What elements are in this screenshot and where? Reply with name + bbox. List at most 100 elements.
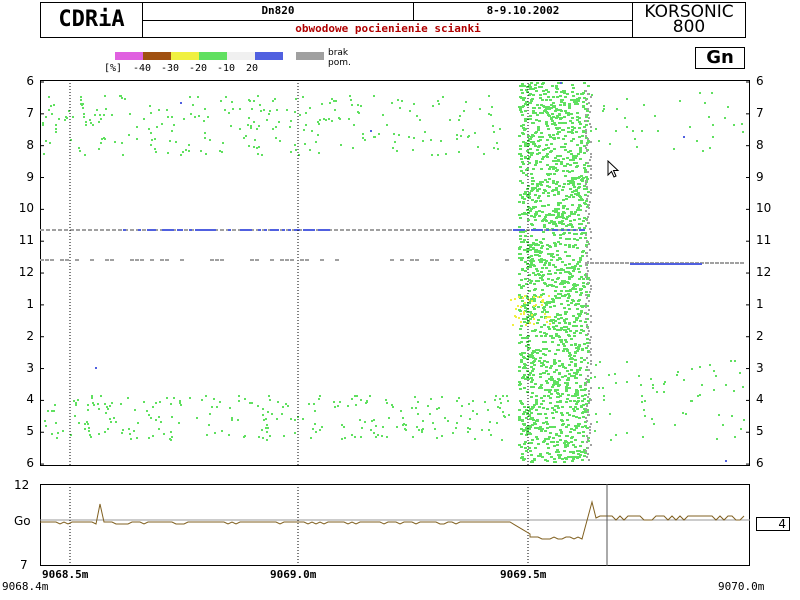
measurement-cell <box>585 262 589 264</box>
measurement-cell <box>556 254 559 256</box>
measurement-cell <box>386 402 388 404</box>
measurement-cell <box>352 147 354 149</box>
measurement-cell <box>575 131 578 133</box>
measurement-cell <box>539 453 542 455</box>
measurement-cell <box>573 355 576 357</box>
measurement-cell <box>740 262 744 264</box>
measurement-cell <box>531 134 534 136</box>
measurement-cell <box>530 408 533 410</box>
measurement-cell <box>553 328 556 330</box>
measurement-cell <box>558 372 561 374</box>
measurement-cell <box>581 400 584 402</box>
measurement-cell <box>335 100 337 102</box>
measurement-cell <box>378 133 380 135</box>
measurement-cell <box>590 354 592 356</box>
measurement-cell <box>339 118 341 120</box>
measurement-cell <box>701 384 703 386</box>
measurement-cell <box>72 116 74 118</box>
measurement-cell <box>530 223 533 225</box>
measurement-cell <box>567 456 570 458</box>
measurement-cell <box>520 428 523 430</box>
measurement-cell <box>664 381 666 383</box>
measurement-cell <box>490 229 494 231</box>
measurement-cell <box>674 424 676 426</box>
measurement-cell <box>487 409 489 411</box>
measurement-cell <box>571 132 574 134</box>
measurement-cell <box>574 446 577 448</box>
y-tick-label: 9 <box>26 169 34 184</box>
measurement-cell <box>138 229 141 231</box>
measurement-cell <box>544 389 547 391</box>
measurement-cell <box>272 128 274 130</box>
measurement-cell <box>542 407 545 409</box>
y-tick-label: 6 <box>26 74 34 88</box>
measurement-cell <box>519 148 522 150</box>
measurement-cell <box>644 415 646 417</box>
measurement-cell <box>82 107 84 109</box>
measurement-cell <box>679 100 681 102</box>
measurement-cell <box>410 259 414 261</box>
measurement-cell <box>696 263 699 265</box>
measurement-cell <box>300 259 304 261</box>
measurement-cell <box>581 93 584 95</box>
measurement-cell <box>189 397 191 399</box>
measurement-cell <box>334 109 336 111</box>
measurement-cell <box>579 149 582 151</box>
measurement-cell <box>523 313 525 315</box>
measurement-cell <box>563 461 566 463</box>
measurement-cell <box>587 362 589 364</box>
measurement-cell <box>520 359 523 361</box>
measurement-cell <box>148 437 150 439</box>
measurement-cell <box>562 199 565 201</box>
measurement-cell <box>562 129 565 131</box>
measurement-cell <box>261 154 263 156</box>
legend-swatch-brown <box>143 52 171 60</box>
measurement-cell <box>568 414 571 416</box>
measurement-cell <box>90 122 92 124</box>
measurement-cell <box>587 375 589 377</box>
measurement-cell <box>96 109 98 111</box>
measurement-cell <box>51 410 53 412</box>
measurement-cell <box>589 351 591 353</box>
measurement-cell <box>507 400 509 402</box>
measurement-cell <box>566 157 569 159</box>
measurement-cell <box>528 207 531 209</box>
measurement-cell <box>537 296 539 298</box>
measurement-cell <box>527 135 530 137</box>
measurement-cell <box>570 194 573 196</box>
measurement-cell <box>573 99 576 101</box>
measurement-cell <box>523 443 526 445</box>
measurement-cell <box>534 229 537 231</box>
measurement-cell <box>106 406 108 408</box>
measurement-cell <box>539 373 542 375</box>
measurement-cell <box>576 119 579 121</box>
measurement-cell <box>585 135 587 137</box>
measurement-cell <box>523 198 526 200</box>
measurement-cell <box>524 337 527 339</box>
measurement-cell <box>95 367 97 369</box>
y-tick-label: 12 <box>18 265 34 280</box>
measurement-cell <box>566 208 569 210</box>
measurement-cell <box>539 413 542 415</box>
measurement-cell <box>525 324 527 326</box>
measurement-cell <box>578 183 581 185</box>
measurement-cell <box>574 363 577 365</box>
mode-toggle-button[interactable]: Gn <box>695 47 745 69</box>
measurement-cell <box>572 159 575 161</box>
measurement-cell <box>189 229 192 231</box>
measurement-cell <box>110 421 112 423</box>
measurement-cell <box>318 398 320 400</box>
measurement-cell <box>467 431 469 433</box>
measurement-cell <box>484 229 488 231</box>
measurement-cell <box>113 417 115 419</box>
measurement-cell <box>734 436 736 438</box>
measurement-cell <box>373 95 375 97</box>
measurement-cell <box>80 103 82 105</box>
measurement-cell <box>711 92 713 94</box>
measurement-cell <box>590 363 592 365</box>
measurement-cell <box>579 313 582 315</box>
measurement-cell <box>540 277 543 279</box>
measurement-cell <box>522 172 525 174</box>
measurement-cell <box>535 395 538 397</box>
measurement-cell <box>524 120 527 122</box>
